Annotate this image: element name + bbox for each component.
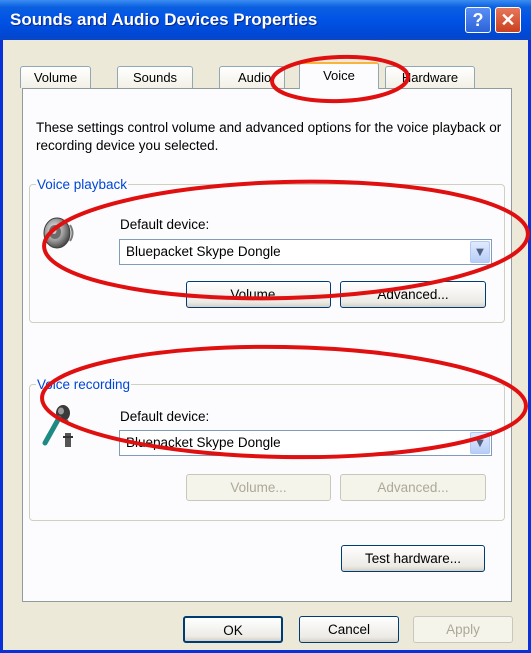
recording-device-dropdown[interactable]: Bluepacket Skype Dongle ▼: [119, 430, 492, 456]
close-button[interactable]: ✕: [495, 7, 521, 33]
playback-device-value: Bluepacket Skype Dongle: [126, 244, 281, 259]
window-title: Sounds and Audio Devices Properties: [10, 10, 318, 29]
title-bar[interactable]: Sounds and Audio Devices Properties ? ✕: [0, 0, 531, 40]
test-hardware-button[interactable]: Test hardware...: [341, 545, 485, 572]
voice-recording-legend: Voice recording: [37, 377, 131, 392]
help-button[interactable]: ?: [465, 7, 491, 33]
cancel-button[interactable]: Cancel: [299, 616, 399, 643]
playback-volume-button[interactable]: Volume...: [186, 281, 331, 308]
tab-voice[interactable]: Voice: [299, 62, 379, 89]
playback-device-dropdown[interactable]: Bluepacket Skype Dongle ▼: [119, 239, 492, 265]
tab-hardware[interactable]: Hardware: [385, 66, 475, 88]
ok-button[interactable]: OK: [183, 616, 283, 643]
recording-default-device-label: Default device:: [120, 409, 210, 424]
chevron-down-icon[interactable]: ▼: [470, 241, 490, 263]
voice-playback-legend: Voice playback: [37, 177, 128, 192]
recording-volume-button: Volume...: [186, 474, 331, 501]
playback-default-device-label: Default device:: [120, 217, 210, 232]
apply-button: Apply: [413, 616, 513, 643]
recording-advanced-button: Advanced...: [340, 474, 486, 501]
tab-volume[interactable]: Volume: [20, 66, 91, 88]
tab-sounds[interactable]: Sounds: [117, 66, 193, 88]
tab-audio[interactable]: Audio: [219, 66, 285, 88]
speaker-icon: [37, 213, 77, 253]
dialog-window: Sounds and Audio Devices Properties ? ✕ …: [0, 0, 531, 653]
playback-advanced-button[interactable]: Advanced...: [340, 281, 486, 308]
intro-text: These settings control volume and advanc…: [36, 120, 502, 153]
dialog-body: Volume Sounds Audio Voice Hardware These…: [3, 40, 528, 650]
recording-device-value: Bluepacket Skype Dongle: [126, 435, 281, 450]
chevron-down-icon[interactable]: ▼: [470, 432, 490, 454]
voice-tab-panel: These settings control volume and advanc…: [22, 88, 512, 602]
microphone-icon: [39, 403, 79, 451]
